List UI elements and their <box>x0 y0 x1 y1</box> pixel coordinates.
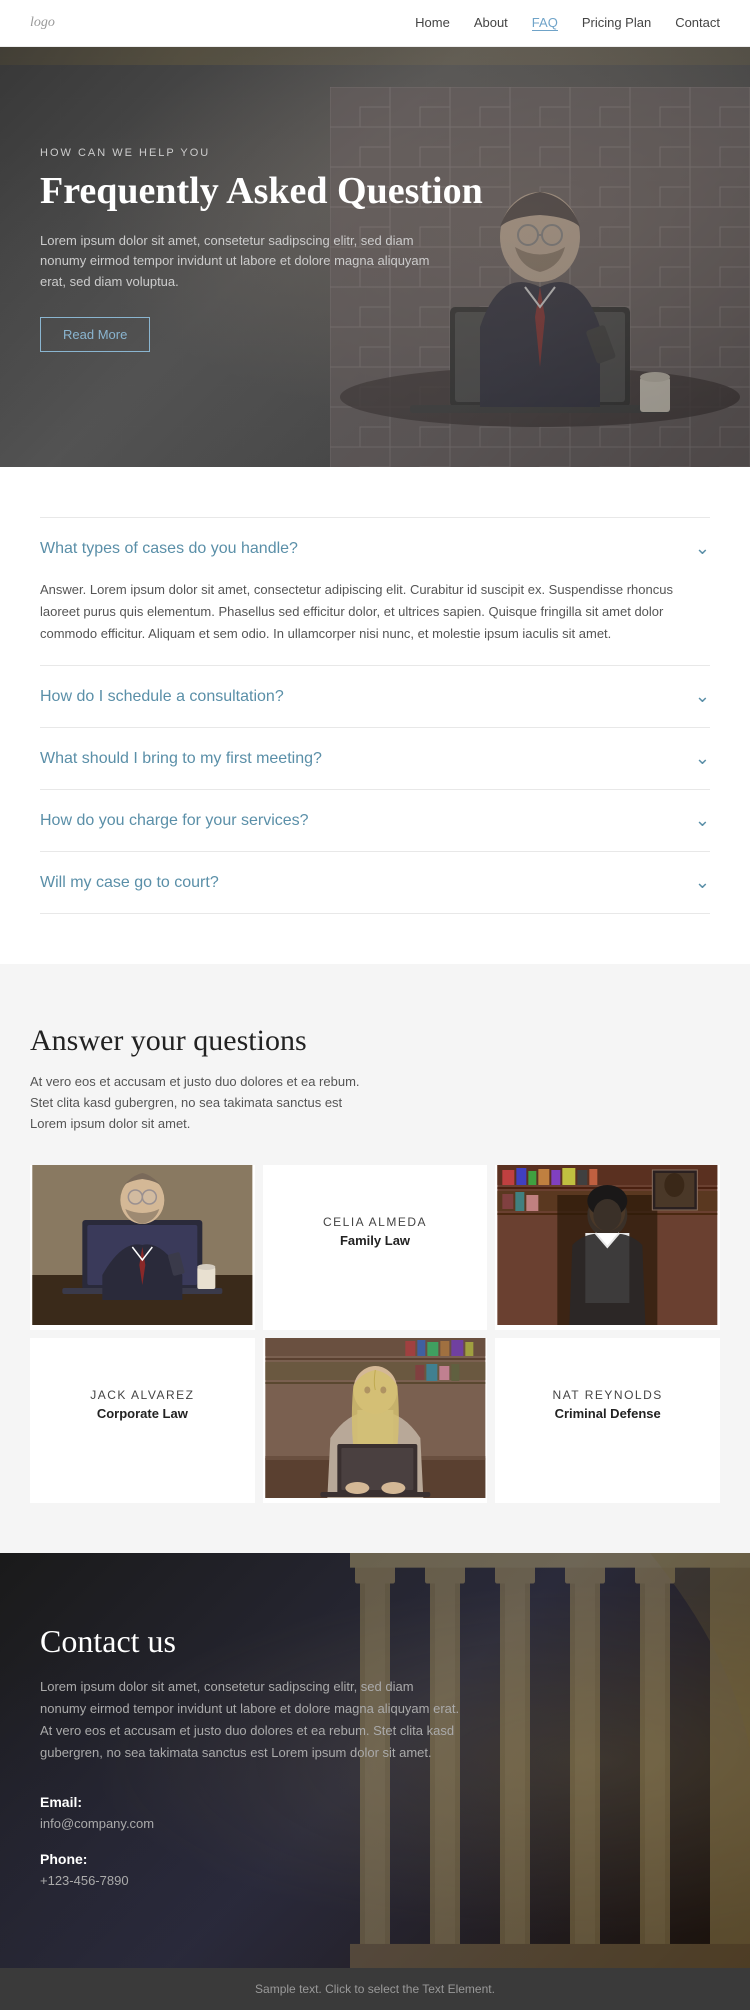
team-photo-woman-standing <box>495 1165 720 1325</box>
faq-chevron-4: ⌄ <box>695 810 710 831</box>
faq-question-4[interactable]: How do you charge for your services? ⌄ <box>40 790 710 851</box>
nav-contact[interactable]: Contact <box>675 15 720 30</box>
hero-section: HOW CAN WE HELP YOU Frequently Asked Que… <box>0 47 750 467</box>
team-card-photo-woman2 <box>263 1338 488 1503</box>
faq-chevron-1: ⌄ <box>695 538 710 559</box>
faq-question-text-5: Will my case go to court? <box>40 874 219 892</box>
team-member-role-nat: Criminal Defense <box>511 1406 704 1421</box>
logo: logo <box>30 15 55 31</box>
team-section: Answer your questions At vero eos et acc… <box>0 964 750 1552</box>
faq-question-3[interactable]: What should I bring to my first meeting?… <box>40 728 710 789</box>
team-grid-row2: JACK ALVAREZ Corporate Law <box>30 1338 720 1503</box>
faq-answer-1: Answer. Lorem ipsum dolor sit amet, cons… <box>40 579 710 665</box>
hero-content: HOW CAN WE HELP YOU Frequently Asked Que… <box>0 47 750 392</box>
hero-eyebrow: HOW CAN WE HELP YOU <box>40 147 710 159</box>
team-subtext: At vero eos et accusam et justo duo dolo… <box>30 1072 370 1134</box>
contact-content: Contact us Lorem ipsum dolor sit amet, c… <box>40 1623 710 1888</box>
team-heading: Answer your questions <box>30 1024 720 1058</box>
contact-title: Contact us <box>40 1623 710 1660</box>
team-card-photo-man <box>30 1165 255 1330</box>
team-photo-man-laptop <box>30 1165 255 1325</box>
nav-pricing[interactable]: Pricing Plan <box>582 15 651 30</box>
faq-item-4: How do you charge for your services? ⌄ <box>40 790 710 852</box>
contact-email-label: Email: <box>40 1794 710 1810</box>
team-member-name-celia: CELIA ALMEDA <box>279 1215 472 1229</box>
contact-phone-label: Phone: <box>40 1851 710 1867</box>
faq-item-1: What types of cases do you handle? ⌄ Ans… <box>40 517 710 666</box>
nav-home[interactable]: Home <box>415 15 450 30</box>
contact-phone-value: +123-456-7890 <box>40 1873 710 1888</box>
navbar: logo Home About FAQ Pricing Plan Contact <box>0 0 750 47</box>
faq-item-2: How do I schedule a consultation? ⌄ <box>40 666 710 728</box>
faq-question-2[interactable]: How do I schedule a consultation? ⌄ <box>40 666 710 727</box>
faq-question-text-1: What types of cases do you handle? <box>40 540 298 558</box>
faq-chevron-3: ⌄ <box>695 748 710 769</box>
faq-item-5: Will my case go to court? ⌄ <box>40 852 710 914</box>
nav-links: Home About FAQ Pricing Plan Contact <box>415 14 720 32</box>
faq-section: What types of cases do you handle? ⌄ Ans… <box>0 467 750 964</box>
nav-about[interactable]: About <box>474 15 508 30</box>
team-grid-row1: CELIA ALMEDA Family Law <box>30 1165 720 1330</box>
faq-question-5[interactable]: Will my case go to court? ⌄ <box>40 852 710 913</box>
hero-description: Lorem ipsum dolor sit amet, consetetur s… <box>40 231 440 293</box>
team-photo-blonde-woman <box>263 1338 488 1498</box>
team-card-celia: CELIA ALMEDA Family Law <box>263 1165 488 1330</box>
faq-question-text-3: What should I bring to my first meeting? <box>40 750 322 768</box>
faq-chevron-5: ⌄ <box>695 872 710 893</box>
faq-chevron-2: ⌄ <box>695 686 710 707</box>
hero-title: Frequently Asked Question <box>40 169 520 215</box>
faq-question-text-2: How do I schedule a consultation? <box>40 688 284 706</box>
faq-question-text-4: How do you charge for your services? <box>40 812 309 830</box>
contact-email-value: info@company.com <box>40 1816 710 1831</box>
team-card-nat: NAT REYNOLDS Criminal Defense <box>495 1338 720 1503</box>
team-member-role-celia: Family Law <box>279 1233 472 1248</box>
footer-text: Sample text. Click to select the Text El… <box>255 1982 495 1996</box>
hero-cta-button[interactable]: Read More <box>40 317 150 352</box>
team-card-photo-woman1 <box>495 1165 720 1330</box>
team-member-name-nat: NAT REYNOLDS <box>511 1388 704 1402</box>
contact-section: Contact us Lorem ipsum dolor sit amet, c… <box>0 1553 750 1968</box>
team-card-jack: JACK ALVAREZ Corporate Law <box>30 1338 255 1503</box>
team-member-name-jack: JACK ALVAREZ <box>46 1388 239 1402</box>
team-member-role-jack: Corporate Law <box>46 1406 239 1421</box>
contact-description: Lorem ipsum dolor sit amet, consetetur s… <box>40 1676 460 1764</box>
faq-item-3: What should I bring to my first meeting?… <box>40 728 710 790</box>
faq-question-1[interactable]: What types of cases do you handle? ⌄ <box>40 518 710 579</box>
nav-faq[interactable]: FAQ <box>532 15 558 31</box>
footer-bar: Sample text. Click to select the Text El… <box>0 1968 750 2010</box>
